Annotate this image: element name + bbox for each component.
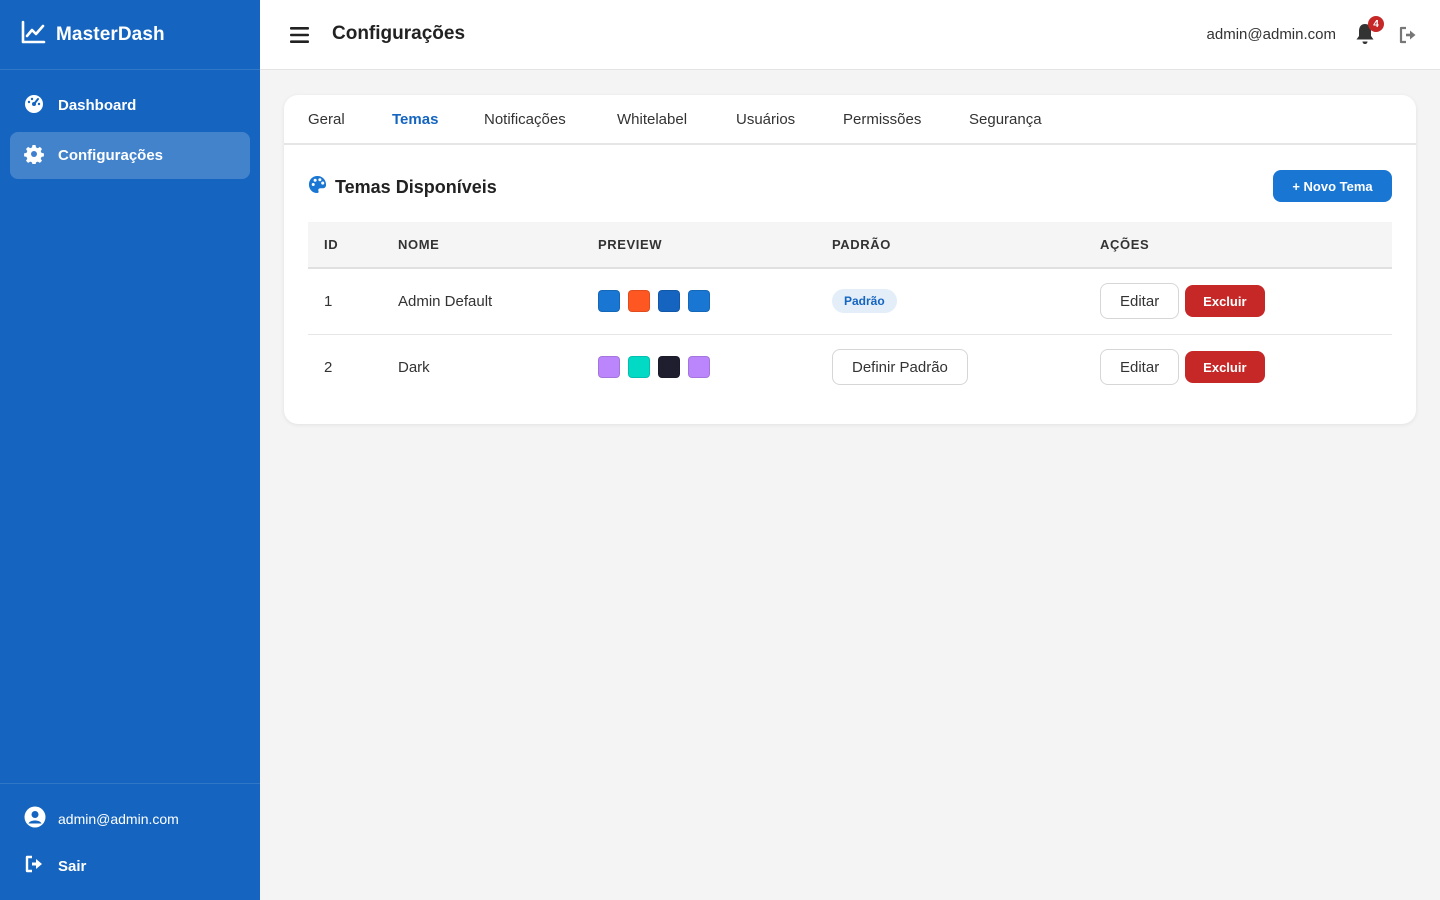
color-swatch [658, 356, 680, 379]
sidebar-user[interactable]: admin@admin.com [24, 806, 179, 831]
sidebar-user-email: admin@admin.com [58, 810, 179, 827]
tab-notificacoes[interactable]: Notificações [484, 111, 566, 128]
header-padrao: PADRÃO [832, 237, 891, 252]
sidebar-footer: admin@admin.com Sair [0, 783, 260, 900]
cell-preview [598, 268, 832, 334]
sidebar-logout[interactable]: Sair [24, 854, 86, 878]
bell-icon [1354, 24, 1376, 50]
header-acoes: AÇÕES [1100, 237, 1150, 252]
color-swatch [628, 356, 650, 379]
color-swatch [598, 290, 620, 313]
color-swatch [688, 290, 710, 313]
cell-default: Padrão [832, 268, 1100, 334]
header-nome: NOME [398, 237, 440, 252]
tab-temas[interactable]: Temas [392, 111, 438, 128]
settings-card: Geral Temas Notificações Whitelabel Usuá… [284, 95, 1416, 424]
section-header: Temas Disponíveis [308, 175, 497, 199]
color-swatches [598, 356, 832, 379]
section-title: Temas Disponíveis [335, 176, 497, 197]
edit-button[interactable]: Editar [1100, 283, 1179, 320]
cell-name: Admin Default [398, 292, 493, 310]
hamburger-menu-icon[interactable] [288, 23, 312, 47]
default-badge: Padrão [832, 289, 897, 314]
cell-preview [598, 334, 832, 400]
tab-usuarios[interactable]: Usuários [736, 111, 795, 128]
chart-line-icon [20, 19, 46, 50]
cell-actions: Editar Excluir [1100, 334, 1392, 400]
cell-name: Dark [398, 358, 430, 376]
themes-table: ID NOME PREVIEW PADRÃO AÇÕES 1 Admin Def… [308, 222, 1392, 400]
sidebar-nav: Dashboard Configurações [0, 70, 260, 179]
cell-id: 1 [324, 292, 333, 310]
delete-button[interactable]: Excluir [1185, 351, 1265, 384]
new-theme-button[interactable]: + Novo Tema [1273, 170, 1392, 202]
brand-name: MasterDash [56, 23, 165, 45]
sign-out-icon [24, 854, 44, 878]
color-swatches [598, 290, 832, 313]
edit-button[interactable]: Editar [1100, 349, 1179, 386]
cell-id: 2 [324, 358, 333, 376]
header-preview: PREVIEW [598, 237, 663, 252]
tab-permissoes[interactable]: Permissões [843, 111, 921, 128]
gear-icon [24, 144, 44, 168]
sign-out-icon[interactable] [1398, 25, 1418, 45]
palette-gauge-icon [24, 94, 44, 118]
notifications-button[interactable]: 4 [1354, 16, 1384, 50]
tab-geral[interactable]: Geral [308, 111, 345, 128]
settings-tabs: Geral Temas Notificações Whitelabel Usuá… [284, 95, 1416, 145]
page-title: Configurações [332, 23, 466, 44]
sidebar: MasterDash Dashboard Configurações admin… [0, 0, 260, 900]
user-circle-icon [24, 806, 46, 831]
set-default-button[interactable]: Definir Padrão [832, 349, 968, 386]
sidebar-item-configuracoes[interactable]: Configurações [10, 132, 250, 179]
sidebar-item-label: Dashboard [58, 97, 137, 114]
table-row: 1 Admin Default Padrão Editar Excluir [308, 268, 1392, 334]
palette-icon [308, 175, 327, 199]
brand[interactable]: MasterDash [0, 0, 260, 70]
table-row: 2 Dark Definir Padrão Editar Excluir [308, 334, 1392, 400]
cell-actions: Editar Excluir [1100, 268, 1392, 334]
color-swatch [628, 290, 650, 313]
color-swatch [658, 290, 680, 313]
topbar-user-email[interactable]: admin@admin.com [1207, 26, 1336, 43]
header-id: ID [324, 237, 339, 252]
color-swatch [688, 356, 710, 379]
color-swatch [598, 356, 620, 379]
notification-count-badge: 4 [1368, 16, 1384, 32]
sidebar-logout-label: Sair [58, 857, 87, 875]
delete-button[interactable]: Excluir [1185, 285, 1265, 318]
sidebar-item-label: Configurações [58, 147, 164, 164]
tab-seguranca[interactable]: Segurança [969, 111, 1042, 128]
cell-default: Definir Padrão [832, 334, 1100, 400]
topbar: Configurações admin@admin.com 4 [260, 0, 1440, 70]
tab-whitelabel[interactable]: Whitelabel [617, 111, 687, 128]
table-header-row: ID NOME PREVIEW PADRÃO AÇÕES [308, 222, 1392, 268]
sidebar-item-dashboard[interactable]: Dashboard [10, 82, 250, 129]
